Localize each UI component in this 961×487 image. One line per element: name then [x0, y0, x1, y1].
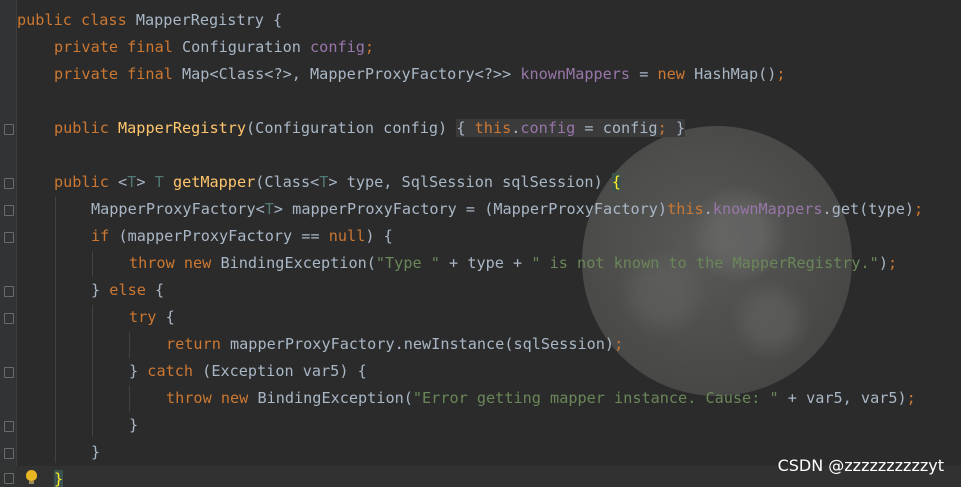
- code-token: (Class<: [255, 173, 320, 191]
- code-token: Configuration: [182, 38, 311, 56]
- code-token: MapperRegistry {: [135, 11, 283, 29]
- code-token: BindingException(: [220, 254, 376, 272]
- code-token: private final: [54, 38, 183, 56]
- code-line-3[interactable]: private final Map<Class<?>, MapperProxyF…: [0, 61, 786, 88]
- fold-marker-icon[interactable]: [4, 286, 14, 297]
- code-token: public class: [17, 11, 136, 29]
- lightbulb-icon[interactable]: [26, 470, 37, 484]
- fold-marker-icon[interactable]: [4, 421, 14, 432]
- code-line-13[interactable]: return mapperProxyFactory.newInstance(sq…: [0, 331, 623, 358]
- code-token: > mapperProxyFactory = (MapperProxyFacto…: [273, 200, 668, 218]
- code-token: knownMappers: [520, 65, 631, 83]
- code-token: (Configuration config): [246, 119, 457, 137]
- code-token: = config: [575, 119, 658, 137]
- code-token: ;: [364, 38, 375, 56]
- code-token: knownMappers: [712, 200, 823, 218]
- code-token: config: [520, 119, 576, 137]
- code-token: try: [129, 308, 166, 326]
- code-token: public: [54, 119, 119, 137]
- code-token: > type, SqlSession sqlSession): [328, 173, 612, 191]
- code-token: ;: [776, 65, 786, 83]
- fold-marker-icon[interactable]: [4, 313, 14, 324]
- code-token: catch: [147, 362, 203, 380]
- code-token: this: [474, 119, 512, 137]
- code-token: }: [129, 416, 139, 434]
- code-token: " is not known to the MapperRegistry.": [531, 254, 879, 272]
- code-token: throw new: [129, 254, 221, 272]
- code-token: .: [703, 200, 713, 218]
- code-token: T: [264, 200, 274, 218]
- code-token: new: [657, 65, 695, 83]
- code-token: throw new: [166, 389, 258, 407]
- code-token: ;: [614, 335, 624, 353]
- code-token: this: [667, 200, 704, 218]
- code-token: <: [118, 173, 128, 191]
- code-token: MapperRegistry: [118, 119, 247, 137]
- fold-marker-icon[interactable]: [4, 448, 14, 459]
- indent-guide: [55, 197, 56, 463]
- code-token: null: [328, 227, 366, 245]
- code-token: HashMap(): [694, 65, 777, 83]
- code-token: [465, 119, 475, 137]
- code-token: getMapper: [172, 173, 256, 191]
- code-token: }: [666, 119, 686, 137]
- code-line-10[interactable]: throw new BindingException("Type " + typ…: [0, 250, 897, 277]
- code-token: {: [456, 119, 466, 137]
- code-token: .get(type): [822, 200, 914, 218]
- code-line-2[interactable]: private final Configuration config;: [0, 34, 374, 61]
- fold-marker-icon[interactable]: [4, 124, 14, 135]
- fold-marker-icon[interactable]: [4, 205, 14, 216]
- code-line-15[interactable]: throw new BindingException("Error gettin…: [0, 385, 916, 412]
- code-token: >: [136, 173, 155, 191]
- code-token: if: [91, 227, 119, 245]
- code-token: else: [109, 281, 156, 299]
- code-token: + var5, var5): [778, 389, 907, 407]
- code-token: ;: [657, 119, 667, 137]
- code-token: =: [630, 65, 658, 83]
- indent-guide: [129, 332, 130, 358]
- matched-brace: }: [54, 470, 64, 487]
- code-token: {: [155, 281, 165, 299]
- code-token: (Exception var5) {: [202, 362, 367, 380]
- indent-guide: [92, 305, 93, 437]
- code-token: ) {: [365, 227, 393, 245]
- code-token: {: [165, 308, 175, 326]
- code-token: ): [878, 254, 888, 272]
- code-token: ;: [887, 254, 898, 272]
- fold-marker-icon[interactable]: [4, 473, 14, 484]
- code-line-1[interactable]: public class MapperRegistry {: [0, 7, 282, 34]
- code-token: BindingException(: [257, 389, 413, 407]
- code-token: MapperProxyFactory<: [91, 200, 265, 218]
- code-token: }: [129, 362, 148, 380]
- code-token: (mapperProxyFactory ==: [118, 227, 329, 245]
- fold-marker-icon[interactable]: [4, 232, 14, 243]
- fold-marker-icon[interactable]: [4, 178, 14, 189]
- code-token: return: [166, 335, 231, 353]
- code-token: ;: [913, 200, 924, 218]
- code-token: T: [127, 173, 137, 191]
- watermark-text: CSDN @zzzzzzzzzzyt: [777, 456, 944, 475]
- code-token: config: [310, 38, 365, 56]
- code-token: "Type ": [375, 254, 440, 272]
- code-token: Map<Class<?>, MapperProxyFactory<?>>: [182, 65, 521, 83]
- code-token: T: [154, 173, 164, 191]
- code-token: + type +: [439, 254, 532, 272]
- indent-guide: [92, 251, 93, 277]
- code-token: ;: [906, 389, 916, 407]
- fold-marker-icon[interactable]: [4, 367, 14, 378]
- code-token: "Error getting mapper instance. Cause: ": [412, 389, 779, 407]
- indent-guide: [129, 386, 130, 412]
- code-token: mapperProxyFactory.newInstance(sqlSessio…: [230, 335, 615, 353]
- code-token: }: [91, 443, 101, 461]
- code-editor[interactable]: public class MapperRegistry { private fi…: [0, 0, 961, 487]
- code-token: public: [54, 173, 119, 191]
- code-token: }: [91, 281, 110, 299]
- code-token: private final: [54, 65, 183, 83]
- matched-brace: {: [611, 173, 622, 191]
